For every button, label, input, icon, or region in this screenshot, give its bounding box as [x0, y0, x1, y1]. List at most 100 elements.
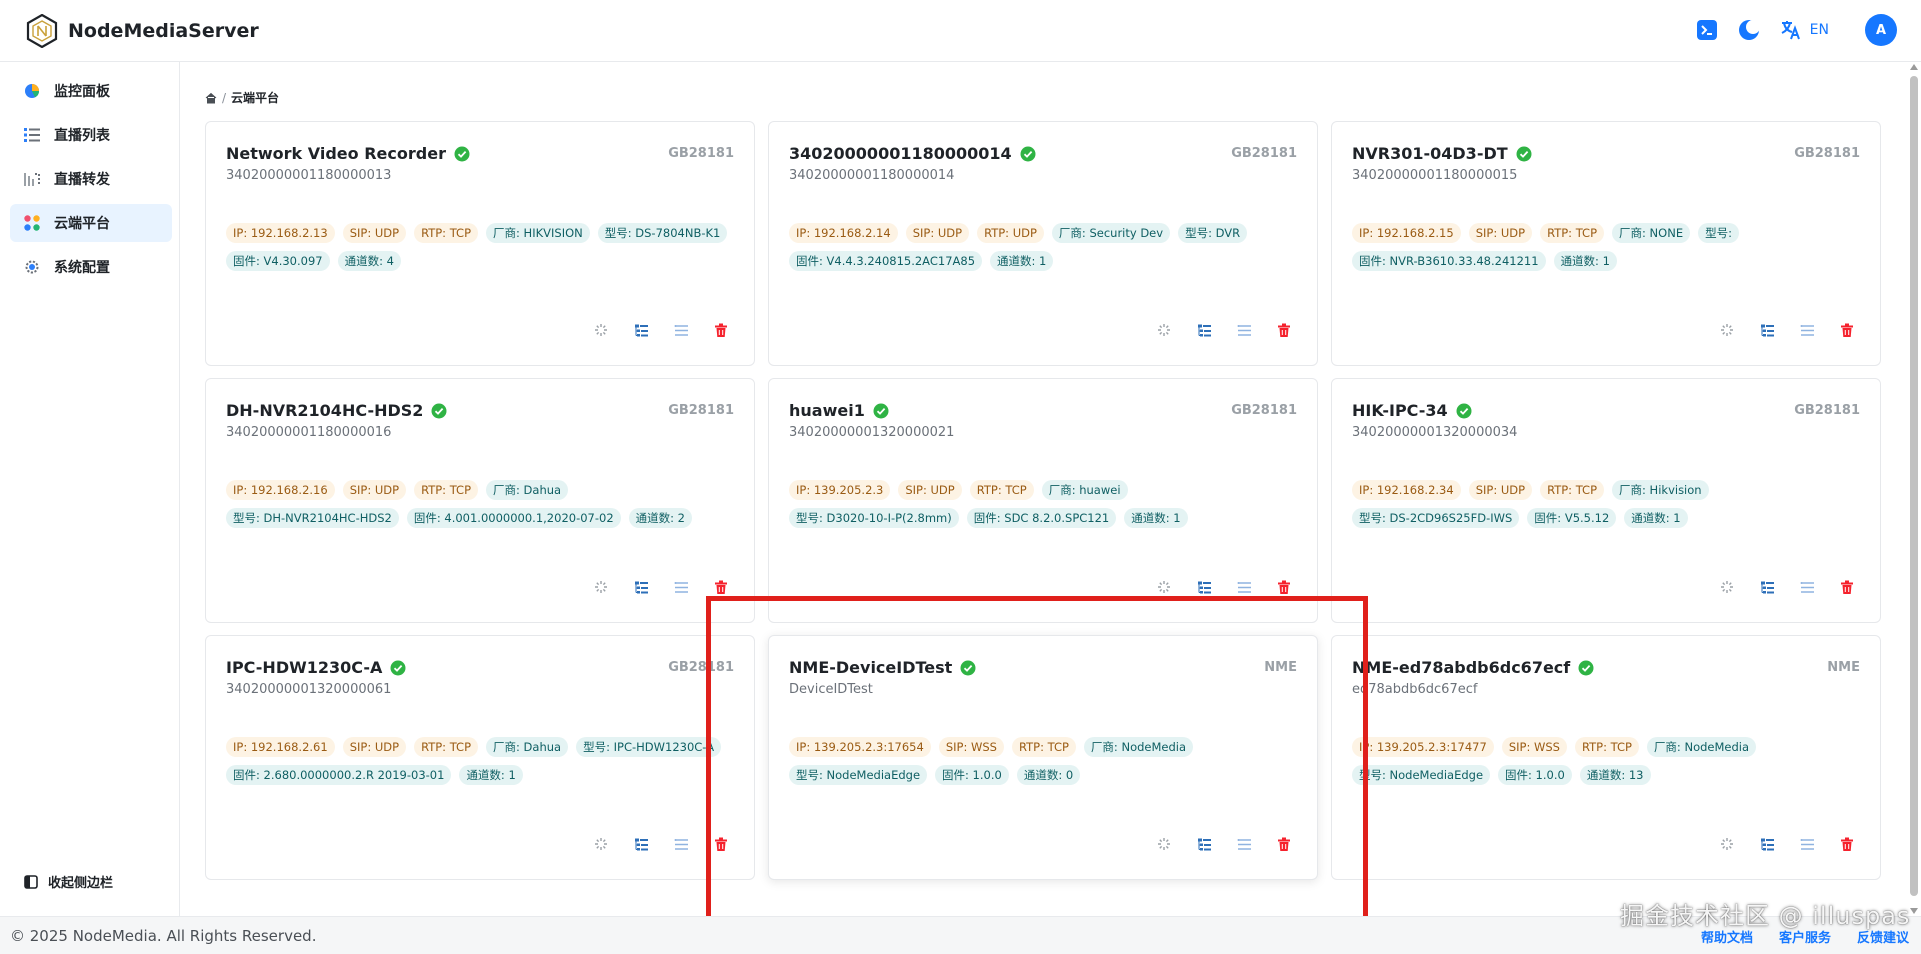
device-id: ed78abdb6dc67ecf	[1352, 682, 1478, 697]
language-switch[interactable]: EN	[1780, 19, 1829, 41]
device-tag: SIP: UDP	[342, 737, 407, 757]
scroll-thumb[interactable]	[1910, 76, 1918, 896]
device-tag: 通道数: 1	[459, 765, 523, 785]
device-tag: 固件: V4.4.3.240815.2AC17A85	[789, 251, 983, 271]
device-tag: 型号:	[1698, 223, 1739, 243]
preview-button[interactable]	[1718, 321, 1736, 339]
details-button[interactable]	[1798, 578, 1816, 596]
dark-mode-moon-icon[interactable]	[1738, 19, 1760, 41]
channels-tree-button[interactable]	[632, 321, 650, 339]
preview-button[interactable]	[1155, 321, 1173, 339]
breadcrumb-separator: /	[222, 90, 227, 105]
device-tag: 型号: IPC-HDW1230C-A	[576, 737, 722, 757]
device-tag: 固件: 4.001.0000000.1,2020-07-02	[406, 508, 621, 528]
details-button[interactable]	[672, 321, 690, 339]
trash-icon	[1277, 580, 1291, 595]
sidebar-item-live-forward[interactable]: 直播转发	[10, 160, 172, 198]
channels-tree-button[interactable]	[1195, 578, 1213, 596]
card-actions	[1155, 321, 1293, 339]
channels-tree-button[interactable]	[632, 578, 650, 596]
card-actions	[1718, 321, 1856, 339]
device-tag: 通道数: 4	[337, 251, 401, 271]
details-button[interactable]	[1235, 321, 1253, 339]
trash-icon	[1277, 837, 1291, 852]
device-card[interactable]: Network Video Recorder 340200000011800000…	[205, 121, 755, 366]
device-card[interactable]: DH-NVR2104HC-HDS2 34020000001180000016 GB2…	[205, 378, 755, 623]
device-tag: 固件: NVR-B3610.33.48.241211	[1352, 251, 1546, 271]
scroll-up-arrow-icon[interactable]	[1910, 64, 1918, 70]
sidebar-item-dashboard[interactable]: 监控面板	[10, 72, 172, 110]
preview-button[interactable]	[1155, 835, 1173, 853]
device-tag: 厂商: Hikvision	[1612, 480, 1709, 500]
channels-tree-button[interactable]	[1758, 578, 1776, 596]
card-title-row: NME-ed78abdb6dc67ecf	[1352, 658, 1594, 677]
delete-button[interactable]	[1275, 835, 1293, 853]
scroll-down-arrow-icon[interactable]	[1910, 908, 1918, 914]
preview-button[interactable]	[1718, 835, 1736, 853]
protocol-badge: GB28181	[1231, 146, 1297, 161]
details-button[interactable]	[1235, 578, 1253, 596]
collapse-sidebar-label: 收起侧边栏	[48, 876, 114, 891]
device-tag: RTP: TCP	[1540, 480, 1605, 500]
device-tag: IP: 192.168.2.61	[226, 737, 335, 757]
trash-icon	[1840, 580, 1854, 595]
details-button[interactable]	[1235, 835, 1253, 853]
home-icon[interactable]	[205, 92, 217, 104]
top-bar: NodeMediaServer EN A	[0, 0, 1921, 62]
device-tag: 型号: NodeMediaEdge	[789, 765, 928, 785]
device-name: DH-NVR2104HC-HDS2	[226, 401, 424, 420]
device-tag: 型号: DS-2CD96S25FD-IWS	[1352, 508, 1520, 528]
details-button[interactable]	[1798, 835, 1816, 853]
sidebar-item-cloud-platform[interactable]: 云端平台	[10, 204, 172, 242]
details-button[interactable]	[672, 578, 690, 596]
device-card[interactable]: HIK-IPC-34 34020000001320000034 GB28181 IP:…	[1331, 378, 1881, 623]
preview-button[interactable]	[592, 835, 610, 853]
delete-button[interactable]	[712, 835, 730, 853]
channels-tree-button[interactable]	[1195, 835, 1213, 853]
device-card[interactable]: NME-DeviceIDTest DeviceIDTest NME IP: 139.2…	[768, 635, 1318, 880]
device-tag: 固件: 1.0.0	[935, 765, 1009, 785]
trash-icon	[714, 580, 728, 595]
device-tag: 通道数: 2	[628, 508, 693, 528]
page-scrollbar[interactable]	[1907, 62, 1921, 916]
channels-tree-button[interactable]	[1195, 321, 1213, 339]
delete-button[interactable]	[1275, 578, 1293, 596]
preview-button[interactable]	[592, 578, 610, 596]
sidebar-item-settings[interactable]: 系统配置	[10, 248, 172, 286]
details-button[interactable]	[1798, 321, 1816, 339]
delete-button[interactable]	[1838, 835, 1856, 853]
device-tag: 厂商: NONE	[1612, 223, 1691, 243]
channels-tree-button[interactable]	[632, 835, 650, 853]
list-lines-icon	[674, 837, 689, 852]
preview-button[interactable]	[1718, 578, 1736, 596]
channels-tree-button[interactable]	[1758, 321, 1776, 339]
device-tag: 通道数: 1	[1553, 251, 1617, 271]
device-name: HIK-IPC-34	[1352, 401, 1448, 420]
preview-button[interactable]	[592, 321, 610, 339]
card-title-row: Network Video Recorder	[226, 144, 470, 163]
collapse-sidebar-button[interactable]: 收起侧边栏	[24, 872, 113, 891]
device-card[interactable]: IPC-HDW1230C-A 34020000001320000061 GB2818…	[205, 635, 755, 880]
delete-button[interactable]	[712, 321, 730, 339]
delete-button[interactable]	[1275, 321, 1293, 339]
preview-button[interactable]	[1155, 578, 1173, 596]
delete-button[interactable]	[1838, 321, 1856, 339]
channels-tree-button[interactable]	[1758, 835, 1776, 853]
user-avatar[interactable]: A	[1865, 14, 1897, 46]
delete-button[interactable]	[1838, 578, 1856, 596]
brand[interactable]: NodeMediaServer	[26, 13, 259, 48]
protocol-badge: GB28181	[1794, 146, 1860, 161]
device-card[interactable]: NME-ed78abdb6dc67ecf ed78abdb6dc67ecf NME I…	[1331, 635, 1881, 880]
details-button[interactable]	[672, 835, 690, 853]
tree-list-icon	[1760, 323, 1775, 338]
sidebar-item-live-list[interactable]: 直播列表	[10, 116, 172, 154]
device-tag: SIP: UDP	[905, 223, 970, 243]
sidebar-item-label: 系统配置	[54, 260, 110, 276]
terminal-icon[interactable]	[1696, 19, 1718, 41]
device-card[interactable]: NVR301-04D3-DT 34020000001180000015 GB2818…	[1331, 121, 1881, 366]
delete-button[interactable]	[712, 578, 730, 596]
protocol-badge: GB28181	[1794, 403, 1860, 418]
device-card[interactable]: huawei1 34020000001320000021 GB28181 IP: 13…	[768, 378, 1318, 623]
device-card[interactable]: 34020000001180000014 34020000001180000014…	[768, 121, 1318, 366]
spark-icon	[1157, 323, 1171, 337]
